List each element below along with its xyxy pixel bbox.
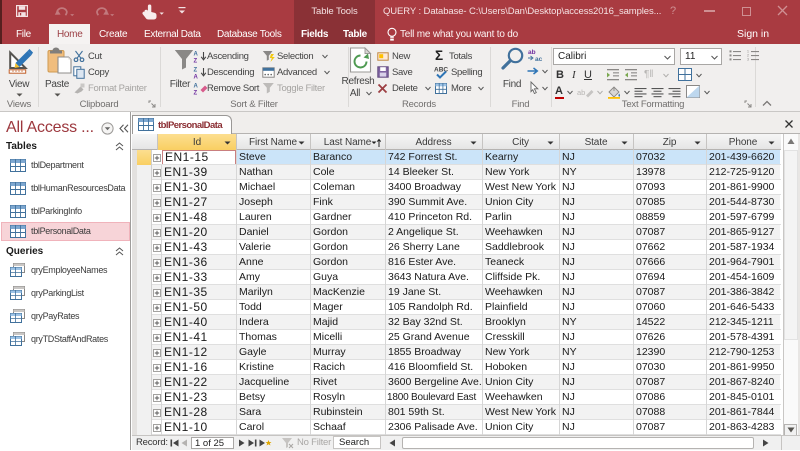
svg-text:3: 3 xyxy=(747,58,749,61)
svg-text:A: A xyxy=(194,84,199,90)
svg-text:Z: Z xyxy=(194,91,198,96)
svg-text:ab: ab xyxy=(577,88,585,97)
svg-text:A: A xyxy=(194,52,199,58)
svg-text:Z: Z xyxy=(194,68,198,74)
svg-text:A: A xyxy=(194,75,199,80)
svg-text:ab: ab xyxy=(528,49,536,56)
svg-text:ac: ac xyxy=(535,56,543,61)
svg-text:Z: Z xyxy=(194,59,198,64)
